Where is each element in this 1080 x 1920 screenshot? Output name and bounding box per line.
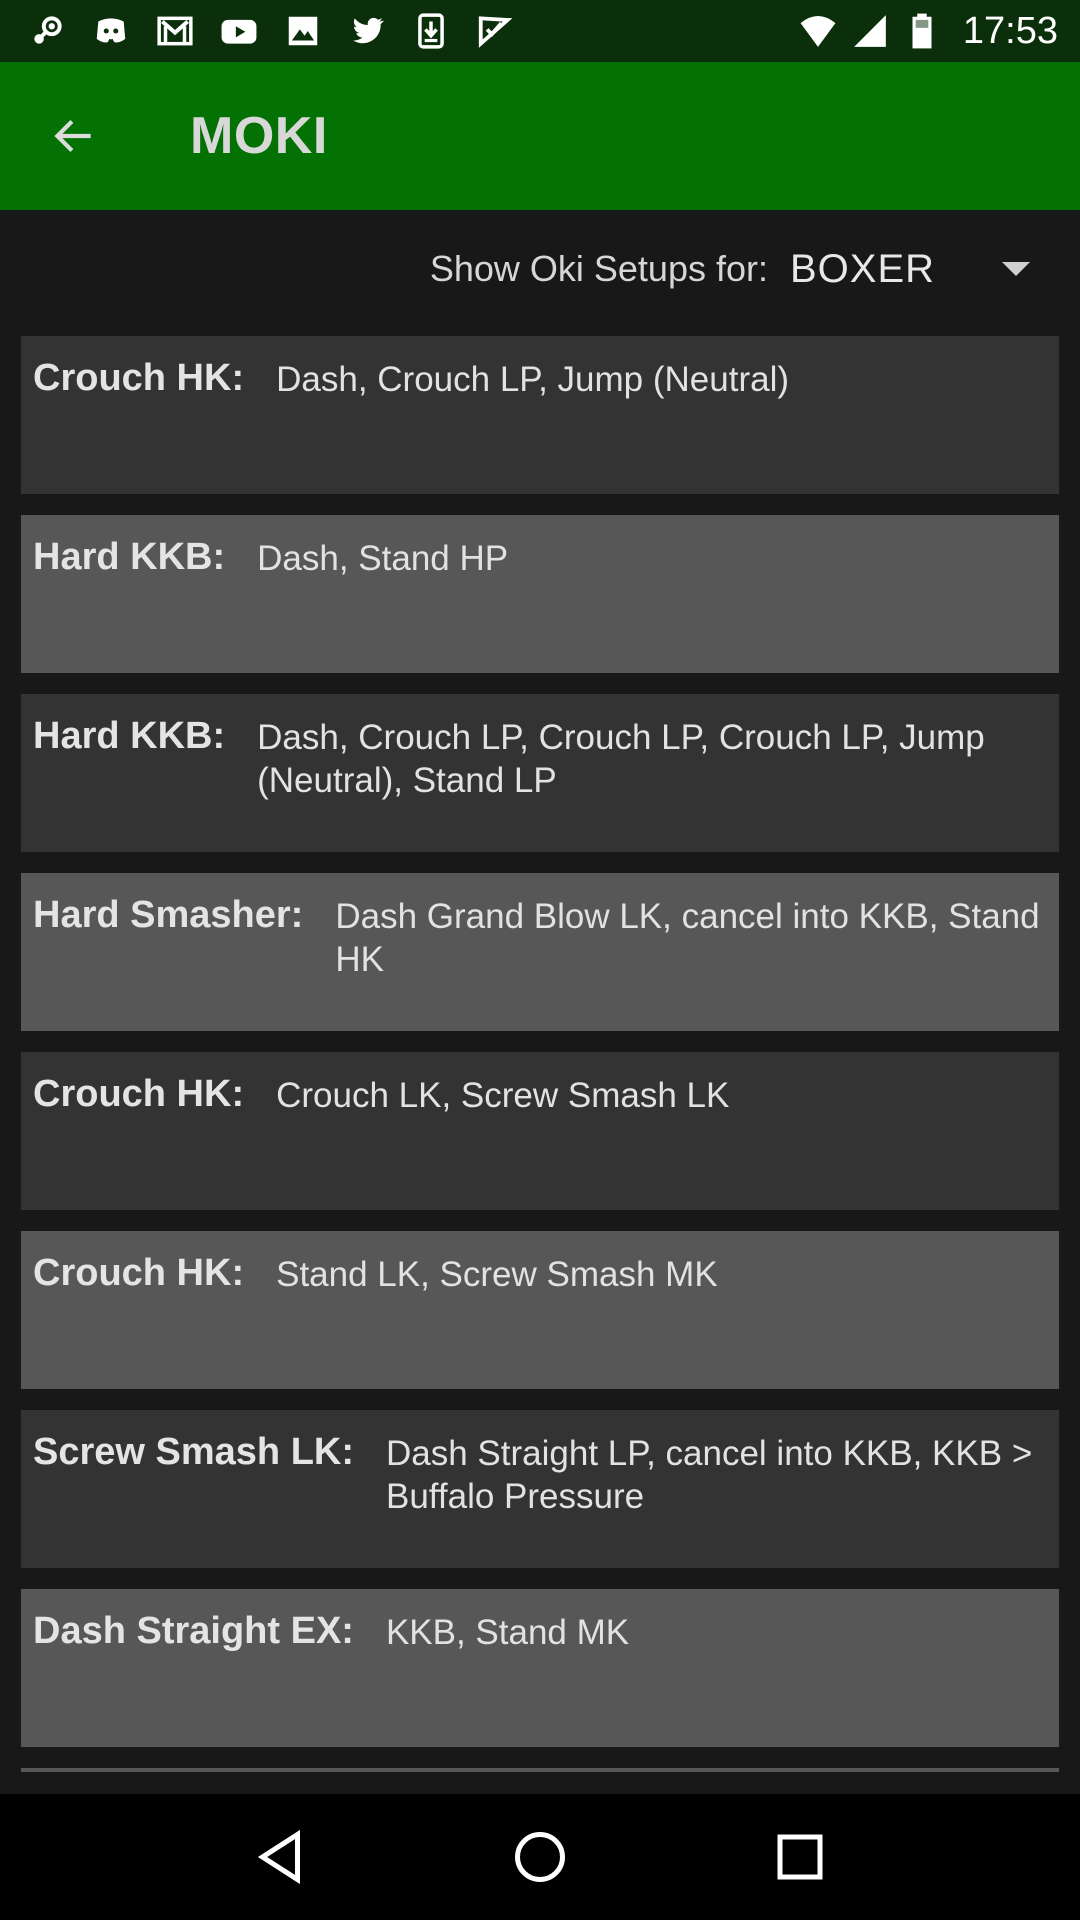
setup-knockdown: Crouch HK: xyxy=(33,1252,245,1294)
setup-knockdown: Crouch HK: xyxy=(33,357,245,399)
system-status: 17:53 xyxy=(799,10,1058,53)
back-button[interactable] xyxy=(0,62,148,210)
back-triangle-icon xyxy=(257,1829,300,1885)
clock: 17:53 xyxy=(962,9,1058,52)
notification-icons xyxy=(28,12,514,50)
app-bar: MOKI xyxy=(0,62,1080,210)
setup-sequence: Dash, Crouch LP, Jump (Neutral) xyxy=(276,360,790,399)
setup-knockdown: Dash Straight EX: xyxy=(33,1610,354,1652)
setup-knockdown: Crouch HK: xyxy=(33,1073,245,1115)
home-circle-icon xyxy=(515,1832,565,1882)
list-item[interactable]: Crouch HK: Stand LK, Screw Smash MK xyxy=(21,1231,1059,1389)
setup-knockdown: Screw Smash LK: xyxy=(33,1431,354,1473)
list-item[interactable]: Crouch HK: Dash, Crouch LP, Jump (Neutra… xyxy=(21,336,1059,494)
steam-icon xyxy=(28,12,66,50)
setup-knockdown: Hard KKB: xyxy=(33,536,226,578)
download-icon xyxy=(412,12,450,50)
gmail-icon xyxy=(156,12,194,50)
status-bar: 17:53 xyxy=(0,0,1080,62)
nav-recents-button[interactable] xyxy=(750,1807,850,1907)
arrow-left-icon xyxy=(54,119,91,153)
filter-row: Show Oki Setups for: BOXER xyxy=(0,210,1080,328)
youtube-icon xyxy=(220,12,258,50)
nav-home-button[interactable] xyxy=(490,1807,590,1907)
setup-sequence: Dash, Crouch LP, Crouch LP, Crouch LP, J… xyxy=(257,718,985,800)
list-item[interactable]: Dash Straight EX: KKB, Stand MK xyxy=(21,1589,1059,1747)
setup-knockdown: Hard Smasher: xyxy=(33,894,304,936)
recents-square-icon xyxy=(777,1834,823,1880)
selected-character: BOXER xyxy=(790,246,936,291)
image-icon xyxy=(284,12,322,50)
page-title: MOKI xyxy=(190,107,328,165)
next-list-item-edge xyxy=(21,1768,1059,1772)
nav-back-button[interactable] xyxy=(230,1807,330,1907)
signal-icon xyxy=(851,12,889,50)
setup-knockdown: Hard KKB: xyxy=(33,715,226,757)
list-item[interactable]: Screw Smash LK: Dash Straight LP, cancel… xyxy=(21,1410,1059,1568)
setup-sequence: Stand LK, Screw Smash MK xyxy=(276,1255,718,1294)
setup-sequence: Dash, Stand HP xyxy=(257,539,509,578)
character-dropdown[interactable]: BOXER xyxy=(790,247,1030,292)
discord-icon xyxy=(92,12,130,50)
filter-label: Show Oki Setups for: xyxy=(429,248,768,289)
twitter-icon xyxy=(348,12,386,50)
list-item[interactable]: Hard KKB: Dash, Crouch LP, Crouch LP, Cr… xyxy=(21,694,1059,852)
check-flag-icon xyxy=(476,12,514,50)
wifi-icon xyxy=(799,12,837,50)
oki-setups-list: Crouch HK: Dash, Crouch LP, Jump (Neutra… xyxy=(21,336,1059,1747)
battery-icon xyxy=(903,12,941,50)
list-item[interactable]: Crouch HK: Crouch LK, Screw Smash LK xyxy=(21,1052,1059,1210)
setup-sequence: Dash Straight LP, cancel into KKB, KKB >… xyxy=(386,1434,1033,1516)
setup-sequence: KKB, Stand MK xyxy=(385,1613,630,1652)
setup-sequence: Dash Grand Blow LK, cancel into KKB, Sta… xyxy=(335,897,1040,979)
system-nav-bar xyxy=(0,1794,1080,1920)
list-item[interactable]: Hard KKB: Dash, Stand HP xyxy=(21,515,1059,673)
setup-sequence: Crouch LK, Screw Smash LK xyxy=(276,1076,730,1115)
chevron-down-icon xyxy=(1002,262,1030,276)
list-item[interactable]: Hard Smasher: Dash Grand Blow LK, cancel… xyxy=(21,873,1059,1031)
